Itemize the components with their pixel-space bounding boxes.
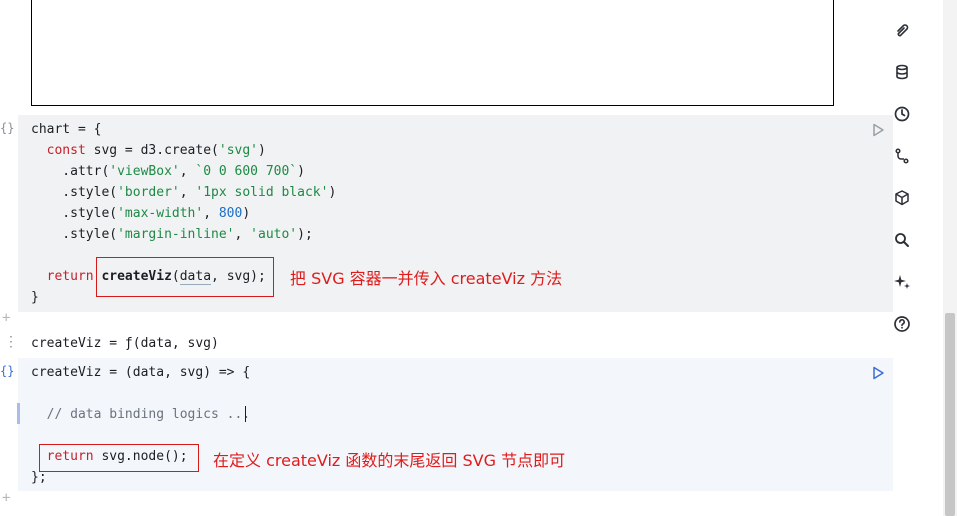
code-line[interactable]: chart = { [31,119,101,140]
code-token: , [234,227,251,242]
add-cell-icon-bottom[interactable]: + [2,490,10,506]
ai-sparkle-icon[interactable] [893,273,911,291]
code-token: = (data, svg) => { [101,365,251,380]
code-token: '1px solid black' [195,185,329,200]
code-line[interactable]: // data binding logics ... [31,404,251,425]
run-cell-icon[interactable] [871,123,885,137]
code-token: }; [31,470,47,485]
code-token: 'border' [117,185,180,200]
cell-output-line: createViz = ƒ(data, svg) [31,336,219,351]
code-line[interactable]: createViz = (data, svg) => { [31,362,250,383]
cell-braces-icon-active[interactable]: {} [0,364,14,378]
code-token: } [31,290,39,305]
code-token: ( [109,185,118,200]
paperclip-icon[interactable] [893,22,911,40]
code-line[interactable]: .style('margin-inline', 'auto'); [31,224,313,245]
code-token: , [203,206,219,221]
chart-output-preview [31,0,834,106]
focused-line-marker [17,403,20,424]
drag-handle-icon[interactable]: ⋮ [4,334,18,350]
code-token: , [179,185,196,200]
code-token: // data binding logics ... [31,407,251,422]
scrollbar-thumb[interactable] [945,313,955,516]
code-token: . [31,227,71,242]
code-token: style [70,185,110,200]
code-token: return [46,269,94,284]
code-token: ( [109,206,118,221]
search-icon[interactable] [893,231,911,249]
annotation-text-2: 在定义 createViz 函数的末尾返回 SVG 节点即可 [213,451,566,470]
code-token: create [164,143,212,158]
code-token: . [31,206,71,221]
code-token: const [46,143,86,158]
run-cell-icon-2[interactable] [871,366,885,380]
code-token: = { [70,122,102,137]
code-token: 'viewBox' [109,164,180,179]
code-token: ) [258,143,266,158]
code-token: ) [242,206,251,221]
code-line[interactable]: const svg = d3.create('svg') [31,140,266,161]
code-line[interactable]: .style('max-width', 800) [31,203,250,224]
help-icon[interactable] [893,315,911,333]
code-token: . [31,164,71,179]
history-icon[interactable] [893,105,911,123]
cell-braces-icon[interactable]: {} [0,121,14,135]
code-token: ) [297,164,305,179]
annotation-box-2 [39,444,199,472]
code-token: chart [31,122,71,137]
code-token: 800 [218,206,243,221]
annotation-box-1 [96,257,274,297]
git-branch-icon[interactable] [893,147,911,165]
code-token: ) [328,185,337,200]
add-cell-icon[interactable]: + [2,310,10,326]
code-token: ( [211,143,219,158]
code-token: `0 0 600 700` [195,164,298,179]
annotation-text-1: 把 SVG 容器一并传入 createViz 方法 [290,269,563,288]
code-token: . [31,185,71,200]
code-token: ( [109,227,118,242]
code-line[interactable]: .style('border', '1px solid black') [31,182,336,203]
code-token: createViz [31,365,102,380]
code-token: style [70,227,110,242]
code-token: 'margin-inline' [117,227,235,242]
code-token: attr [70,164,102,179]
database-icon[interactable] [893,63,911,81]
package-icon[interactable] [893,189,911,207]
code-token: 'auto' [250,227,298,242]
code-token: style [70,206,110,221]
code-line[interactable]: .attr('viewBox', `0 0 600 700`) [31,161,305,182]
text-cursor [245,406,246,422]
code-line[interactable]: } [31,287,39,308]
code-token: , [179,164,196,179]
code-token: svg = d3. [85,143,165,158]
code-token: 'max-width' [117,206,204,221]
code-token: ); [297,227,313,242]
code-token: 'svg' [218,143,259,158]
